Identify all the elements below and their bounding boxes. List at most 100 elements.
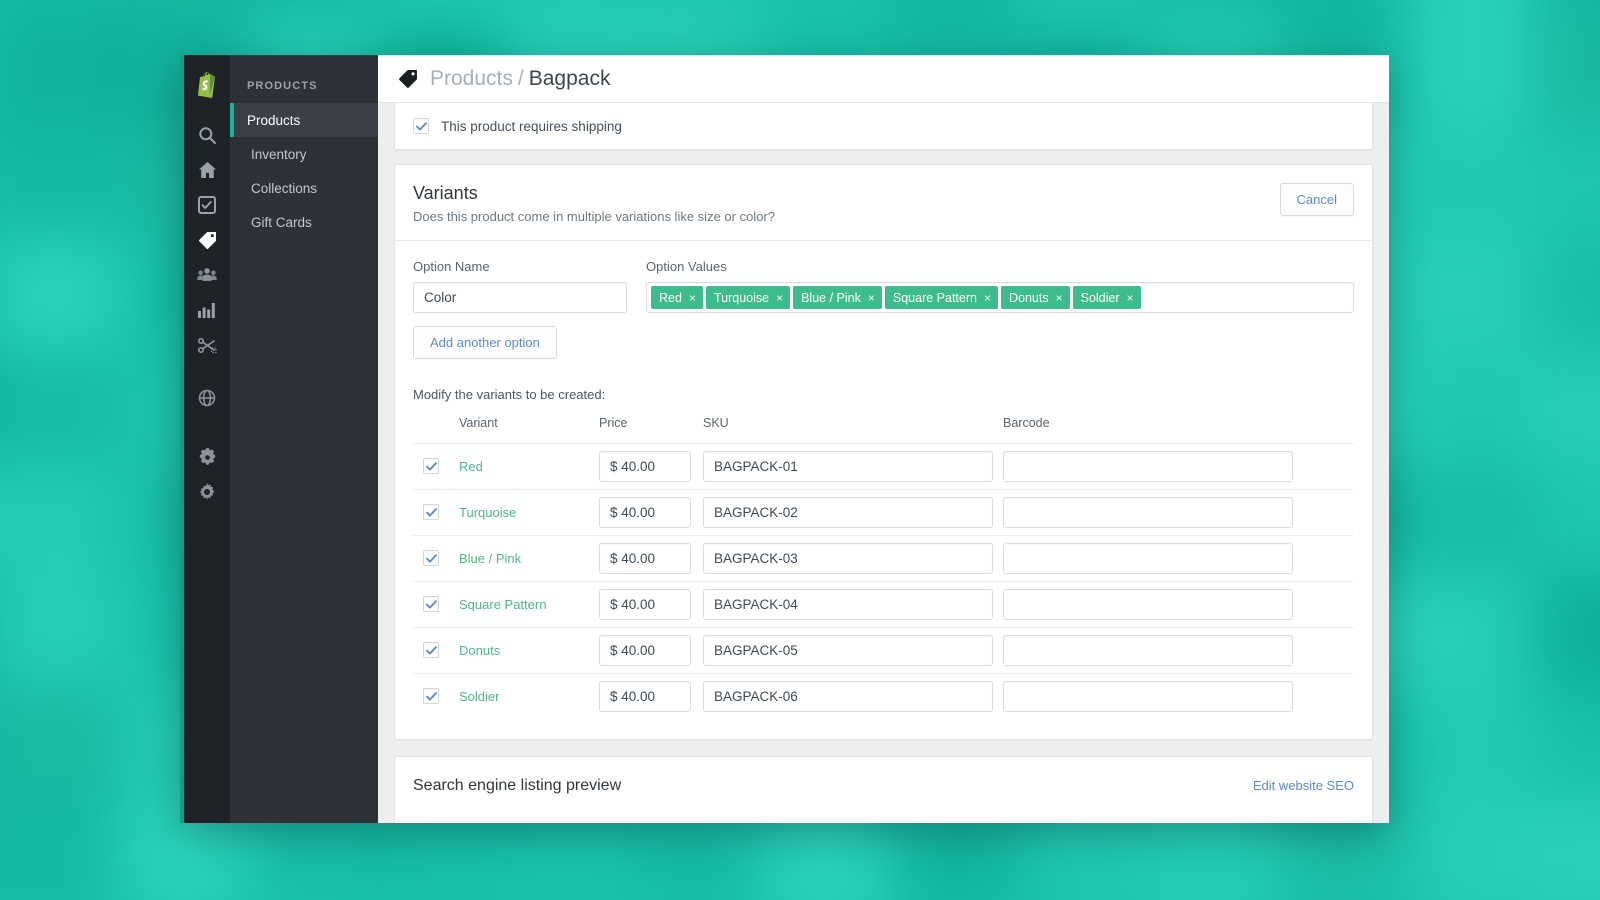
page-header: Products / Bagpack	[378, 55, 1389, 103]
option-value-tag[interactable]: Square Pattern ×	[884, 286, 998, 309]
cancel-button[interactable]: Cancel	[1279, 183, 1354, 216]
variants-card: Variants Does this product come in multi…	[394, 164, 1373, 740]
remove-tag-icon[interactable]: ×	[868, 290, 875, 306]
main-pane: Products / Bagpack This product requires…	[378, 55, 1389, 823]
breadcrumb-current: Bagpack	[528, 66, 611, 90]
scroll-body: This product requires shipping Variants …	[378, 103, 1389, 823]
remove-tag-icon[interactable]: ×	[689, 290, 696, 306]
table-row: Blue / Pink	[413, 535, 1354, 582]
analytics-bars-icon[interactable]	[190, 293, 224, 327]
row-select-cell	[413, 536, 459, 582]
column-header-sku: SKU	[703, 416, 729, 430]
remove-tag-icon[interactable]: ×	[776, 290, 783, 306]
seo-title: Search engine listing preview	[413, 777, 622, 794]
variant-barcode-input[interactable]	[1003, 543, 1293, 574]
variant-price-input[interactable]	[599, 497, 691, 528]
section-nav-title: PRODUCTS	[247, 80, 318, 92]
breadcrumb-parent[interactable]: Products	[430, 67, 513, 91]
variant-barcode-input[interactable]	[1003, 497, 1293, 528]
variant-price-input[interactable]	[599, 681, 691, 712]
row-select-cell	[413, 490, 459, 536]
table-row: Red	[413, 443, 1354, 490]
variant-price-input[interactable]	[599, 451, 691, 482]
row-select-cell	[413, 444, 459, 490]
icon-rail	[180, 55, 230, 823]
variant-barcode-input[interactable]	[1003, 589, 1293, 620]
table-row: Square Pattern	[413, 581, 1354, 628]
option-value-label: Soldier	[1080, 290, 1120, 305]
option-value-label: Donuts	[1008, 290, 1049, 305]
orders-checkbox-icon[interactable]	[190, 188, 224, 222]
sidebar-item-collections[interactable]: Collections	[230, 171, 378, 205]
option-value-tag[interactable]: Soldier ×	[1072, 286, 1141, 309]
settings-gear-icon[interactable]	[190, 475, 224, 509]
variant-sku-input[interactable]	[703, 543, 993, 574]
globe-icon[interactable]	[190, 381, 224, 415]
option-name-input[interactable]	[413, 282, 627, 313]
home-icon[interactable]	[190, 153, 224, 187]
option-value-tag[interactable]: Turquoise ×	[705, 286, 791, 309]
apps-puzzle-icon[interactable]	[190, 440, 224, 474]
variants-subtitle: Does this product come in multiple varia…	[413, 209, 775, 224]
sidebar-item-label: Inventory	[251, 146, 307, 162]
variant-sku-input[interactable]	[703, 589, 993, 620]
add-another-option-button[interactable]: Add another option	[413, 326, 557, 359]
sidebar-item-inventory[interactable]: Inventory	[230, 137, 378, 171]
column-header-select	[413, 416, 459, 444]
variant-sku-input[interactable]	[703, 635, 993, 666]
variant-row-checkbox[interactable]	[423, 688, 439, 704]
variant-barcode-input[interactable]	[1003, 681, 1293, 712]
option-value-tag[interactable]: Red ×	[651, 286, 703, 309]
option-name-column: Option Name	[413, 259, 627, 313]
customers-icon[interactable]	[190, 258, 224, 292]
sidebar-item-label: Products	[247, 112, 301, 128]
variants-table: Variant Price SKU Barcode Red $ 40.00 BA…	[413, 416, 1354, 719]
variants-card-body: Option Name Option Values Red ×	[395, 241, 1372, 739]
variant-sku-input[interactable]	[703, 681, 993, 712]
seo-preview-card: Search engine listing preview Edit websi…	[394, 756, 1373, 823]
variant-row-checkbox[interactable]	[423, 596, 439, 612]
variant-barcode-input[interactable]	[1003, 451, 1293, 482]
remove-tag-icon[interactable]: ×	[984, 290, 991, 306]
variant-price-input[interactable]	[599, 589, 691, 620]
remove-tag-icon[interactable]: ×	[1127, 290, 1134, 306]
row-select-cell	[413, 628, 459, 674]
modify-variants-note: Modify the variants to be created:	[413, 387, 606, 402]
variant-sku-input[interactable]	[703, 451, 993, 482]
remove-tag-icon[interactable]: ×	[1056, 290, 1063, 306]
variant-price-input[interactable]	[599, 543, 691, 574]
tag-icon	[398, 69, 418, 89]
table-header-row: Variant Price SKU Barcode	[413, 416, 1354, 444]
requires-shipping-label: This product requires shipping	[441, 118, 622, 134]
section-nav: PRODUCTS Products Inventory Collections …	[230, 55, 378, 823]
option-value-tag[interactable]: Blue / Pink ×	[793, 286, 882, 309]
variant-barcode-input[interactable]	[1003, 635, 1293, 666]
variant-sku-input[interactable]	[703, 497, 993, 528]
seo-note: Add a description to see how this produc…	[413, 821, 1354, 823]
edit-website-seo-link[interactable]: Edit website SEO	[1253, 778, 1354, 793]
table-row: Turquoise	[413, 489, 1354, 536]
variants-table-body: Red Turquoise	[413, 443, 1354, 720]
app-window: PRODUCTS Products Inventory Collections …	[180, 55, 1389, 823]
variant-row-checkbox[interactable]	[423, 642, 439, 658]
option-value-label: Red	[659, 290, 682, 305]
sidebar-item-gift-cards[interactable]: Gift Cards	[230, 205, 378, 239]
requires-shipping-checkbox[interactable]	[413, 118, 429, 134]
sidebar-item-products[interactable]: Products	[230, 103, 378, 137]
sidebar-item-label: Collections	[251, 180, 318, 196]
shipping-card: This product requires shipping	[394, 103, 1373, 150]
variant-row-checkbox[interactable]	[423, 550, 439, 566]
products-tag-icon[interactable]	[190, 223, 224, 257]
variant-row-checkbox[interactable]	[423, 458, 439, 474]
shopify-logo-icon[interactable]	[193, 70, 221, 100]
breadcrumb-separator: /	[517, 66, 524, 90]
search-icon[interactable]	[190, 118, 224, 152]
variant-row-checkbox[interactable]	[423, 504, 439, 520]
variant-price-input[interactable]	[599, 635, 691, 666]
variant-name: Blue / Pink	[459, 550, 522, 566]
row-select-cell	[413, 674, 459, 720]
discounts-scissors-icon[interactable]	[190, 328, 224, 362]
column-header-barcode: Barcode	[1003, 416, 1050, 430]
option-value-tag[interactable]: Donuts ×	[1000, 286, 1070, 309]
option-values-tag-field[interactable]: Red × Turquoise × Blue / Pink × Square P…	[646, 282, 1354, 313]
